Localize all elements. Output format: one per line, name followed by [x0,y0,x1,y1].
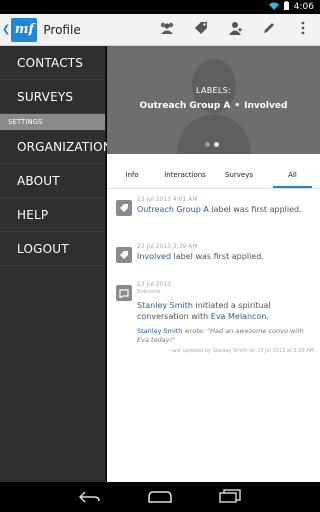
labels-list: Outreach Group A • Involved [107,101,320,111]
contacts-group-button[interactable] [150,14,184,46]
chevron-left-icon: ❮ [2,24,11,35]
battery-icon [283,1,289,13]
label-chip: Involved [244,101,288,111]
label-separator: • [234,101,241,111]
app-logo: mf [11,17,38,42]
home-icon [148,488,172,507]
feed-target[interactable]: Eva Melancon [211,312,267,321]
profile-header[interactable]: LABELS: Outreach Group A • Involved [107,46,320,154]
tab-all[interactable]: All [265,162,320,188]
page-title: Profile [43,22,81,37]
person-button[interactable] [218,14,252,46]
back-arrow-icon [78,488,101,507]
contacts-group-icon [159,20,175,39]
feed-text: Stanley Smith initiated a spiritual conv… [137,300,314,322]
feed-actor[interactable]: Stanley Smith [137,301,193,310]
feed-date: 23 Jul 2013 4:01 AM [137,196,198,203]
page-dot [205,142,210,147]
feed-audience: Everyone [137,289,161,295]
label-tag-icon [116,200,132,216]
drawer-item-organization[interactable]: ORGANIZATION [0,130,112,164]
action-bar: ❮ mf Profile [0,14,320,46]
drawer-section-settings: SETTINGS [0,114,105,130]
feed-item[interactable]: 23 Jul 2013 4:01 AM Outreach Group A lab… [107,196,308,216]
navigation-drawer: CONTACTS SURVEYS SETTINGS ORGANIZATION A… [0,46,112,482]
feed-item[interactable]: 23 Jul 2013 Everyone Stanley Smith initi… [107,281,320,354]
up-navigation[interactable]: ❮ mf [0,14,38,45]
edit-button[interactable] [252,14,286,46]
feed-quote: Stanley Smith wrote: "Had an awesome con… [137,327,314,345]
quote-author[interactable]: Stanley Smith [137,327,182,335]
labels-heading: LABELS: [196,86,231,95]
system-nav-bar [0,482,320,512]
status-bar: 4:06 [0,0,320,14]
overflow-menu-icon [301,20,305,39]
home-button[interactable] [146,487,174,507]
page-indicator [205,142,219,147]
label-chip: Outreach Group A [139,101,231,111]
drawer-item-surveys[interactable]: SURVEYS [0,80,105,114]
label-tag-icon [116,247,132,263]
feed-date: 23 Jul 2013 3:39 AM [137,243,198,250]
recent-apps-button[interactable] [216,487,244,507]
page-dot-active [214,142,219,147]
feed-date: 23 Jul 2013 [137,281,171,288]
person-icon [228,20,242,39]
feed-item[interactable]: 23 Jul 2013 3:39 AM Involved label was f… [107,243,270,263]
drawer-item-logout[interactable]: LOGOUT [0,232,105,266]
drawer-item-help[interactable]: HELP [0,198,105,232]
wifi-icon [268,2,279,13]
tabs-divider [107,188,320,189]
tab-interactions[interactable]: Interactions [157,162,213,188]
overflow-menu-button[interactable] [286,14,320,46]
quote-verb: wrote: [182,327,208,335]
feed-meta: - last updated by Stanley Smith on 23 Ju… [168,348,314,354]
label-tag-icon [194,20,208,39]
back-button[interactable] [76,487,104,507]
feed-description: label was first applied. [171,252,264,261]
label-button[interactable] [184,14,218,46]
tab-info[interactable]: Info [107,162,157,188]
feed-text: Outreach Group A label was first applied… [137,204,302,215]
feed-punctuation: . [266,312,269,321]
conversation-icon [116,285,132,301]
tab-surveys[interactable]: Surveys [213,162,265,188]
status-time: 4:06 [293,2,314,12]
recent-apps-icon [219,488,241,507]
drawer-item-contacts[interactable]: CONTACTS [0,46,105,80]
feed-label-name[interactable]: Outreach Group A [137,205,209,214]
profile-content: LABELS: Outreach Group A • Involved Info I… [107,46,320,482]
profile-tabs: Info Interactions Surveys All [107,162,320,188]
feed-text: Involved label was first applied. [137,251,264,262]
edit-pencil-icon [262,20,276,39]
feed-description: label was first applied. [208,205,302,214]
drawer-item-about[interactable]: ABOUT [0,164,105,198]
feed-label-name[interactable]: Involved [137,252,171,261]
